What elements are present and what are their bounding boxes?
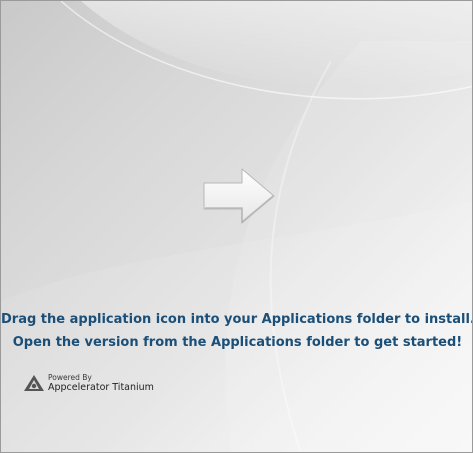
getting-started-instruction: Open the version from the Applications f…: [12, 335, 463, 350]
right-arrow-icon: [203, 168, 275, 224]
installer-window: Drag the application icon into your Appl…: [0, 0, 473, 453]
powered-by-label: Powered By: [48, 372, 92, 382]
powered-by-badge: Powered By Appcelerator Titanium: [23, 372, 154, 394]
product-name: Appcelerator Titanium: [48, 382, 154, 393]
appcelerator-logo-icon: [24, 375, 44, 391]
install-instruction: Drag the application icon into your Appl…: [1, 312, 473, 327]
